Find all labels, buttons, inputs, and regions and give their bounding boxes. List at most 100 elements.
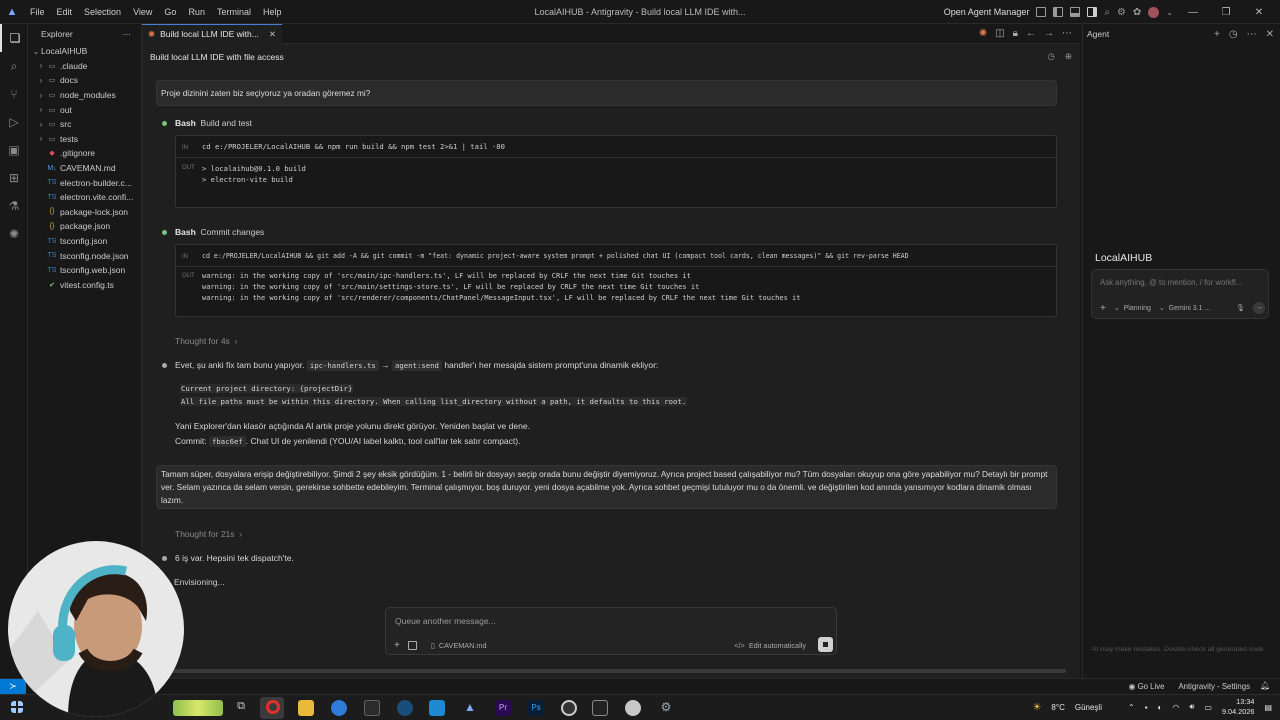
more-actions-icon[interactable]: ⋯: [1062, 28, 1072, 39]
file-explorer-icon[interactable]: [298, 700, 314, 716]
stop-button[interactable]: [818, 637, 833, 652]
add-context-icon[interactable]: +: [1100, 303, 1106, 314]
tree-file[interactable]: TS tsconfig.json: [28, 234, 141, 249]
weather-description[interactable]: Güneşli: [1075, 703, 1102, 712]
maximize-button[interactable]: ❐: [1213, 7, 1239, 18]
run-debug-icon[interactable]: ▷: [0, 108, 28, 136]
toggle-sidebar-icon[interactable]: [1053, 7, 1064, 17]
send-arrow-icon[interactable]: →: [1253, 302, 1265, 314]
chevron-down-icon[interactable]: ⌄: [1166, 8, 1173, 17]
agent-spark-icon[interactable]: ✺: [979, 28, 987, 39]
toggle-secondary-sidebar-icon[interactable]: [1087, 7, 1098, 17]
arrow-left-icon[interactable]: ←: [1026, 28, 1036, 39]
tree-folder[interactable]: › ▭ out: [28, 102, 141, 117]
tree-root-localaihub[interactable]: ⌄ LocalAIHUB: [28, 44, 141, 59]
search-icon[interactable]: ⌕: [1104, 7, 1110, 18]
tree-folder[interactable]: › ▭ src: [28, 117, 141, 132]
tree-folder[interactable]: › ▭ .claude: [28, 59, 141, 74]
step-header[interactable]: Bash Build and test: [175, 118, 252, 128]
tree-file[interactable]: {} package.json: [28, 219, 141, 234]
tray-app-icon[interactable]: ◐: [1158, 703, 1163, 712]
mention-file-icon[interactable]: [407, 640, 417, 650]
layout-toggle-icon[interactable]: [1036, 7, 1047, 17]
more-actions-icon[interactable]: ⋯: [1247, 29, 1257, 40]
go-live-button[interactable]: ◉ Go Live: [1129, 682, 1165, 691]
tray-overflow-icon[interactable]: ⌃: [1128, 703, 1135, 712]
split-editor-icon[interactable]: ◫: [995, 28, 1004, 39]
terminal-app-icon[interactable]: [592, 700, 608, 716]
thought-toggle[interactable]: Thought for 21s ›: [175, 529, 242, 539]
tree-folder[interactable]: › ▭ docs: [28, 73, 141, 88]
account-avatar[interactable]: [1148, 6, 1160, 18]
edit-mode-selector[interactable]: </> Edit automatically: [734, 641, 806, 650]
add-context-icon[interactable]: +: [394, 640, 400, 651]
chatgpt-icon[interactable]: [561, 700, 577, 716]
source-control-icon[interactable]: ⑂: [0, 80, 28, 108]
agent-input[interactable]: [1100, 278, 1262, 287]
edge-browser-icon[interactable]: [331, 700, 347, 716]
menu-edit[interactable]: Edit: [51, 7, 79, 17]
widgets-icon[interactable]: [173, 700, 223, 716]
context-file-chip[interactable]: CAVEMAN.md: [439, 641, 487, 650]
notifications-icon[interactable]: ▤: [1264, 703, 1272, 712]
arrow-right-icon[interactable]: →: [1044, 28, 1054, 39]
open-agent-manager-button[interactable]: Open Agent Manager: [944, 7, 1030, 17]
remote-explorer-icon[interactable]: ▣: [0, 136, 28, 164]
tree-file[interactable]: TS electron.vite.confi...: [28, 190, 141, 205]
settings-app-icon[interactable]: ⚙: [658, 700, 674, 716]
wifi-icon[interactable]: ◠: [1172, 703, 1179, 712]
extensions-icon[interactable]: ⚙: [1117, 7, 1126, 18]
menu-help[interactable]: Help: [257, 7, 288, 17]
battery-icon[interactable]: ▭: [1204, 703, 1212, 712]
menu-go[interactable]: Go: [158, 7, 182, 17]
microphone-icon[interactable]: 🎙︎: [1236, 304, 1245, 312]
close-window-button[interactable]: ✕: [1246, 7, 1272, 18]
tree-file[interactable]: TS tsconfig.node.json: [28, 248, 141, 263]
mode-selector[interactable]: ⌄ Planning: [1114, 304, 1151, 312]
tree-file[interactable]: TS electron-builder.c...: [28, 175, 141, 190]
tree-file[interactable]: {} package-lock.json: [28, 205, 141, 220]
explorer-more-button[interactable]: ···: [123, 29, 132, 39]
epic-games-icon[interactable]: [364, 700, 380, 716]
antigravity-app-icon[interactable]: ▲: [462, 700, 478, 716]
steam-icon[interactable]: [397, 700, 413, 716]
new-chat-icon[interactable]: ⊕: [1065, 51, 1072, 62]
lock-icon[interactable]: 🔒︎: [1013, 28, 1018, 39]
new-agent-icon[interactable]: +: [1214, 29, 1220, 40]
opera-browser-icon[interactable]: [266, 700, 280, 714]
remote-indicator-icon[interactable]: ≻: [0, 679, 26, 694]
menu-run[interactable]: Run: [182, 7, 211, 17]
thought-toggle[interactable]: Thought for 4s ›: [175, 336, 237, 346]
testing-flask-icon[interactable]: ⚗: [0, 192, 28, 220]
taskbar-clock[interactable]: 13:34 9.04.2026: [1222, 697, 1254, 717]
history-icon[interactable]: ◷: [1229, 29, 1238, 40]
menu-view[interactable]: View: [127, 7, 158, 17]
history-icon[interactable]: ◷: [1047, 51, 1054, 62]
weather-temperature[interactable]: 8°C: [1051, 703, 1064, 712]
step-header[interactable]: Bash Commit changes: [175, 227, 264, 237]
close-icon[interactable]: ✕: [1266, 29, 1274, 40]
tray-app-icon[interactable]: ▪: [1145, 703, 1148, 712]
vscode-icon[interactable]: [429, 700, 445, 716]
horizontal-scrollbar[interactable]: [156, 669, 1066, 673]
tree-file[interactable]: ◆ .gitignore: [28, 146, 141, 161]
menu-file[interactable]: File: [24, 7, 51, 17]
agent-spark-icon[interactable]: ✺: [0, 220, 28, 248]
toggle-panel-icon[interactable]: [1070, 7, 1081, 17]
notifications-bell-icon[interactable]: 🔔︎: [1260, 681, 1270, 690]
settings-gear-icon[interactable]: ✿: [1133, 7, 1141, 18]
photoshop-icon[interactable]: Ps: [528, 700, 544, 716]
tab-conversation[interactable]: ✺ Build local LLM IDE with... ✕: [142, 23, 282, 44]
model-selector[interactable]: ⌄ Gemini 3.1 ...: [1159, 304, 1210, 312]
explorer-files-icon[interactable]: ❏: [0, 24, 28, 52]
tree-folder[interactable]: › ▭ node_modules: [28, 88, 141, 103]
minimize-button[interactable]: —: [1180, 7, 1206, 18]
menu-terminal[interactable]: Terminal: [211, 7, 257, 17]
volume-icon[interactable]: 🔊︎: [1189, 702, 1194, 712]
settings-status-item[interactable]: Antigravity - Settings: [1178, 682, 1250, 691]
task-view-icon[interactable]: ⧉: [233, 700, 249, 716]
tree-file[interactable]: M↓ CAVEMAN.md: [28, 161, 141, 176]
extensions-icon[interactable]: ⊞: [0, 164, 28, 192]
search-icon[interactable]: ⌕: [0, 52, 28, 80]
tree-file[interactable]: TS tsconfig.web.json: [28, 263, 141, 278]
